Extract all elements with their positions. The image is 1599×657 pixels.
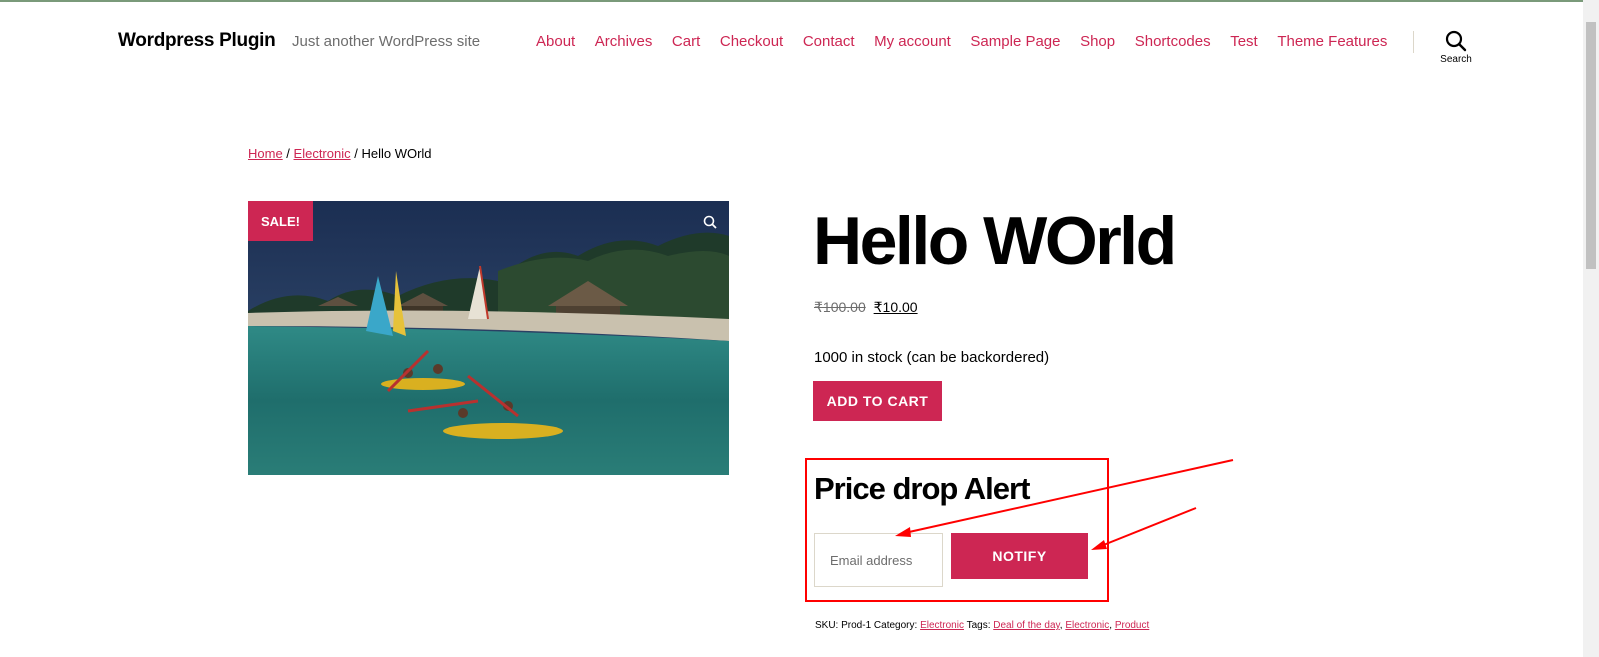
breadcrumb-separator: / (282, 146, 294, 161)
category-label: Category: (871, 620, 921, 631)
site-title[interactable]: Wordpress Plugin (118, 30, 276, 52)
nav-item-checkout[interactable]: Checkout (720, 33, 783, 50)
product-image[interactable] (248, 201, 729, 475)
nav-item-cart[interactable]: Cart (672, 33, 700, 50)
nav-item-test[interactable]: Test (1230, 33, 1258, 50)
tags-label: Tags: (963, 620, 994, 631)
product-meta: SKU: Prod-1 Category: Electronic Tags: D… (815, 620, 1149, 631)
annotation-arrows (895, 459, 1234, 550)
meta-category-link[interactable]: Electronic (920, 620, 964, 631)
scrollbar-thumb[interactable] (1586, 22, 1596, 269)
price-alert-title: Price drop Alert (814, 471, 1030, 506)
price-original: ₹100.00 (814, 299, 866, 315)
stock-status: 1000 in stock (can be backordered) (814, 349, 1050, 366)
breadcrumb-current: Hello WOrld (361, 146, 432, 161)
primary-nav: About Archives Cart Checkout Contact My … (536, 33, 1407, 50)
add-to-cart-button[interactable]: ADD TO CART (813, 381, 942, 421)
beach-kayak-photo (248, 201, 729, 475)
meta-tag-link[interactable]: Deal of the day (993, 620, 1060, 631)
zoom-icon[interactable] (703, 215, 717, 229)
site-description: Just another WordPress site (292, 33, 481, 50)
nav-item-shortcodes[interactable]: Shortcodes (1135, 33, 1211, 50)
nav-item-sample-page[interactable]: Sample Page (970, 33, 1060, 50)
header-divider (1413, 31, 1414, 53)
meta-tag-link[interactable]: Product (1115, 620, 1149, 631)
browser-top-border (0, 0, 1599, 2)
email-field[interactable] (814, 533, 943, 587)
breadcrumb-category[interactable]: Electronic (294, 146, 351, 161)
nav-item-about[interactable]: About (536, 33, 575, 50)
page-scrollbar[interactable] (1583, 0, 1599, 657)
product-price: ₹100.00 ₹10.00 (814, 299, 918, 316)
notify-button[interactable]: NOTIFY (951, 533, 1088, 579)
meta-tag-link[interactable]: Electronic (1065, 620, 1109, 631)
nav-item-my-account[interactable]: My account (874, 33, 951, 50)
sale-badge: SALE! (248, 201, 313, 241)
search-label: Search (1440, 54, 1472, 65)
search-icon (1445, 30, 1467, 52)
product-title: Hello WOrld (813, 203, 1177, 279)
breadcrumb: Home / Electronic / Hello WOrld (248, 146, 432, 161)
sku-label: SKU: (815, 620, 842, 631)
price-sale: ₹10.00 (873, 299, 918, 315)
nav-item-archives[interactable]: Archives (595, 33, 653, 50)
sku-value: Prod-1 (841, 620, 872, 631)
nav-item-shop[interactable]: Shop (1080, 33, 1115, 50)
breadcrumb-separator: / (350, 146, 362, 161)
nav-item-theme-features[interactable]: Theme Features (1277, 33, 1387, 50)
nav-item-contact[interactable]: Contact (803, 33, 855, 50)
search-button[interactable]: Search (1432, 30, 1480, 70)
breadcrumb-home[interactable]: Home (248, 146, 283, 161)
